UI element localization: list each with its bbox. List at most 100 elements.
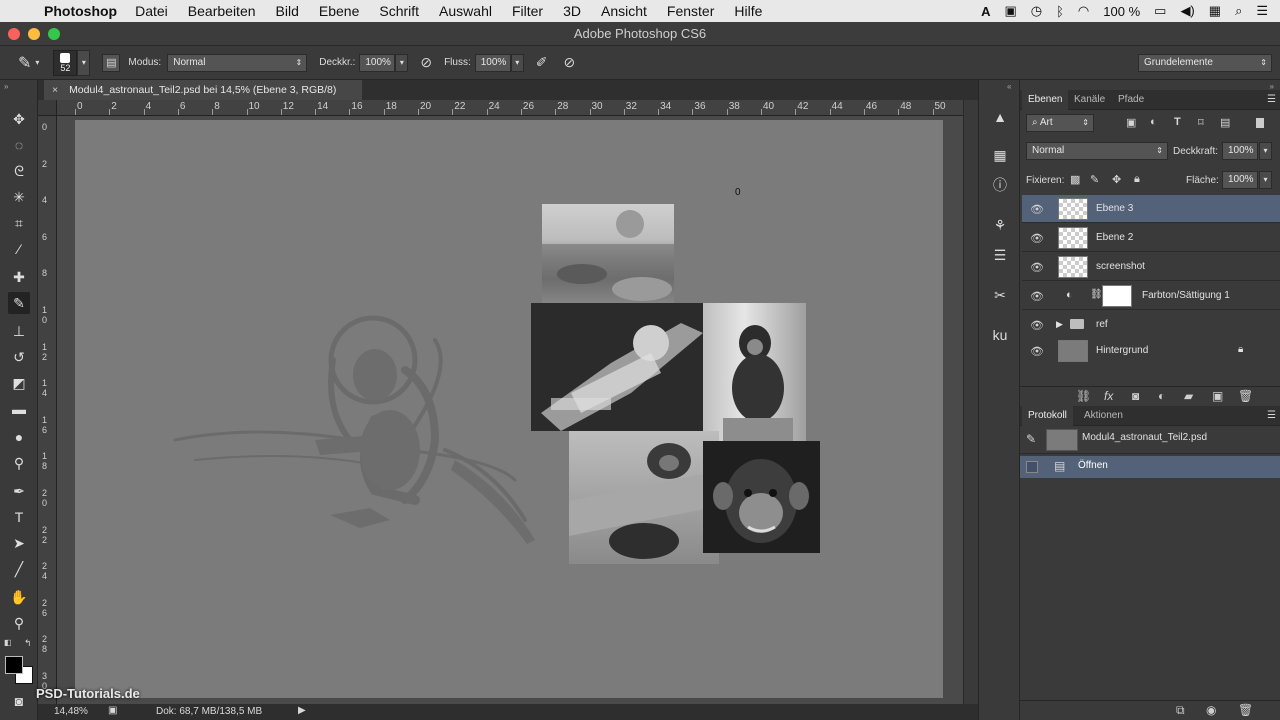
new-document-from-state-icon[interactable]: ⧉ [1176,703,1185,718]
fill-dropdown[interactable]: ▾ [1259,171,1272,189]
menu-auswahl[interactable]: Auswahl [439,3,492,19]
fill-input[interactable]: 100% [1222,171,1258,189]
pen-tool-icon[interactable]: ✒ [8,480,30,502]
zoom-tool-icon[interactable]: ⚲ [8,612,30,634]
lock-transparency-icon[interactable]: ▩ [1070,173,1080,186]
quick-mask-icon[interactable]: ◙ [8,690,30,712]
status-export-icon[interactable]: ▣ [108,705,117,716]
menu-3d[interactable]: 3D [563,3,581,19]
eyedropper-tool-icon[interactable]: ⁄ [8,238,30,260]
link-layers-icon[interactable]: ⛓ [1076,389,1091,403]
path-selection-tool-icon[interactable]: ➤ [8,532,30,554]
menu-schrift[interactable]: Schrift [379,3,419,19]
expand-group-icon[interactable]: ▶ [1056,319,1063,330]
lock-image-icon[interactable]: ✎ [1090,173,1099,186]
delete-layer-icon[interactable]: 🗑︎ [1238,389,1253,403]
brush-tool-icon[interactable]: ✎ [8,292,30,314]
delete-state-icon[interactable]: 🗑︎ [1238,703,1253,717]
collapse-strip-icon[interactable]: « [1007,82,1011,91]
mode-select[interactable]: Normal ⇕ [167,53,308,72]
move-tool-icon[interactable]: ✥ [8,108,30,130]
kuler-panel-icon[interactable]: ku [989,324,1011,346]
size-pressure-icon[interactable]: ⊘ [563,54,575,71]
brush-tool-preset-icon[interactable]: ✎ [18,53,31,73]
screen-record-icon[interactable]: ▣ [1004,3,1016,19]
default-colors-icon[interactable]: ◧ [4,638,12,647]
close-window-button[interactable] [8,28,20,40]
mask-link-icon[interactable]: ⛓ [1090,289,1103,300]
line-tool-icon[interactable]: ╱ [8,558,30,580]
collapse-panel-icon[interactable]: » [4,82,8,91]
brush-picker-dropdown[interactable]: ▾ [77,49,91,76]
menu-ebene[interactable]: Ebene [319,3,359,19]
visibility-eye-icon[interactable]: 👁︎ [1030,232,1044,245]
menu-filter[interactable]: Filter [512,3,543,19]
filter-toggle-icon[interactable] [1256,118,1264,128]
visibility-eye-icon[interactable]: 👁︎ [1030,319,1044,332]
layer-opacity-dropdown[interactable]: ▾ [1259,142,1272,160]
hand-tool-icon[interactable]: ✋ [8,586,30,608]
tool-preset-dropdown[interactable]: ▾ [35,58,39,67]
notification-list-icon[interactable]: ☰ [1256,3,1268,19]
menu-fenster[interactable]: Fenster [667,3,714,19]
layer-row-hue-saturation[interactable]: 👁︎ ◐ ⛓ Farbton/Sättigung 1 [1022,282,1280,310]
bluetooth-icon[interactable]: ᛒ [1056,4,1064,19]
opacity-pressure-icon[interactable]: ⊘ [420,54,432,71]
histogram-panel-icon[interactable]: ▲ [989,106,1011,128]
brush-panel-toggle-icon[interactable]: ▤ [102,53,121,72]
document-canvas[interactable]: 0 [75,120,943,698]
workspace-select[interactable]: Grundelemente ⇕ [1138,54,1272,72]
new-group-icon[interactable]: ▰ [1184,389,1193,403]
magic-wand-tool-icon[interactable]: ✳ [8,186,30,208]
history-panel-menu-icon[interactable]: ☰ [1267,410,1276,421]
brush-size-preview[interactable]: 52 [53,49,78,76]
layer-row-ref-group[interactable]: 👁︎ ▶ ref [1022,311,1280,339]
menu-bearbeiten[interactable]: Bearbeiten [188,3,256,19]
navigator-panel-icon[interactable]: ▦ [989,144,1011,166]
tool-presets-panel-icon[interactable]: ✂ [989,284,1011,306]
menu-bild[interactable]: Bild [276,3,299,19]
type-tool-icon[interactable]: T [8,506,30,528]
new-layer-icon[interactable]: ▣ [1212,389,1223,403]
filter-smart-object-icon[interactable]: ▤ [1220,116,1230,129]
minimize-window-button[interactable] [28,28,40,40]
layer-filter-select[interactable]: ⌕ Art ⇕ [1026,114,1094,132]
swap-colors-icon[interactable]: ↰ [24,638,32,649]
adobe-icon[interactable]: A [981,4,990,19]
marquee-tool-icon[interactable]: ◌ [8,134,30,156]
close-document-icon[interactable]: × [52,84,58,96]
battery-icon[interactable]: ▭ [1154,3,1166,19]
lock-all-icon[interactable]: 🔒︎ [1134,173,1140,186]
add-mask-icon[interactable]: ◙ [1132,389,1139,403]
eraser-tool-icon[interactable]: ◩ [8,372,30,394]
filter-shape-icon[interactable]: ⌑ [1198,116,1204,129]
gradient-tool-icon[interactable]: ▬ [8,398,30,420]
layer-row-screenshot[interactable]: 👁︎ screenshot [1022,253,1280,281]
zoom-window-button[interactable] [48,28,60,40]
filter-type-icon[interactable]: T [1174,116,1181,128]
ruler-origin[interactable] [38,100,57,116]
vertical-ruler[interactable]: 024681012141618202224262830 [38,116,57,704]
battery-percent[interactable]: 100 % [1103,4,1140,19]
visibility-eye-icon[interactable]: 👁︎ [1030,261,1044,274]
menu-hilfe[interactable]: Hilfe [734,3,762,19]
history-brush-tool-icon[interactable]: ↺ [8,346,30,368]
opacity-slider-dropdown[interactable]: ▾ [395,53,409,72]
status-menu-arrow-icon[interactable]: ▶ [298,705,306,716]
flow-input[interactable]: 100% [474,53,511,72]
layer-row-ebene-2[interactable]: 👁︎ Ebene 2 [1022,224,1280,252]
wifi-icon[interactable]: ◠ [1078,3,1089,19]
new-adjustment-layer-icon[interactable]: ◐ [1158,389,1165,403]
flow-slider-dropdown[interactable]: ▾ [510,53,524,72]
airbrush-icon[interactable]: ✐ [536,54,548,71]
crop-tool-icon[interactable]: ⌗ [8,212,30,234]
blur-tool-icon[interactable]: ● [8,426,30,448]
filter-pixel-icon[interactable]: ▣ [1126,116,1136,129]
calendar-icon[interactable]: ▦ [1209,3,1221,19]
history-source-checkbox[interactable] [1026,461,1038,473]
info-panel-icon[interactable]: ⓘ [989,174,1011,196]
lasso-tool-icon[interactable]: ᘓ [8,160,30,182]
tab-history[interactable]: Protokoll [1022,406,1073,426]
dodge-tool-icon[interactable]: ⚲ [8,452,30,474]
history-brush-source-icon[interactable]: ✎ [1026,432,1036,446]
